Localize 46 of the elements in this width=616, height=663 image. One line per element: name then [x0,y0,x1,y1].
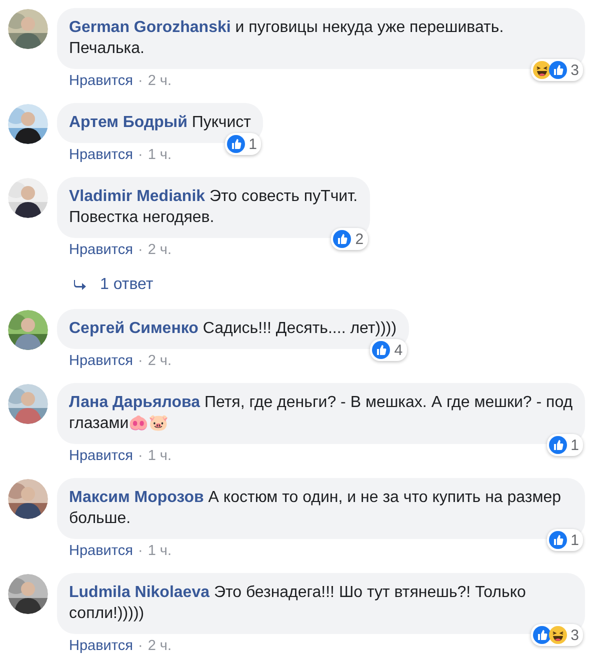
author-link[interactable]: Максим Морозов [69,489,204,506]
reactions-badge[interactable]: 1 [546,529,583,551]
thumbs-up-icon [372,341,390,359]
separator-dot: · [138,638,143,654]
like-link[interactable]: Нравится [69,638,133,654]
comment-text: Vladimir Medianik Это совесть пуТчит. Повестка негодяев. [69,188,358,226]
reactions-badge[interactable]: 1 [224,133,261,155]
author-link[interactable]: Vladimir Medianik [69,188,206,205]
comment-text: Лана Дарьялова Петя, где деньги? - В мешках. А где мешки? - под глазами🐽🐷 [69,394,573,432]
reactions-badge[interactable]: 3 [530,624,583,646]
author-link[interactable]: Артем Бодрый [69,114,188,131]
like-link[interactable]: Нравится [69,147,133,163]
reactions-badge[interactable]: 3 [530,59,583,81]
reply-arrow-icon [74,280,86,290]
laughing-face-icon [532,61,551,79]
like-link[interactable]: Нравится [69,448,133,464]
comment-text: Максим Морозов А костюм то один, и не за что купить на размер больше. [69,489,562,527]
thumbs-up-icon [226,135,245,153]
thumbs-up-icon [532,626,551,644]
replies-link[interactable]: 1 ответ [100,275,154,295]
separator-dot: · [138,353,143,369]
separator-dot: · [138,543,143,559]
like-link[interactable]: Нравится [69,73,133,89]
comment-text: German Gorozhanski и пуговицы некуда уже перешивать. Печалька. [69,19,504,57]
author-link[interactable]: Лана Дарьялова [69,394,200,411]
laughing-face-icon [548,626,567,644]
reactions-badge[interactable]: 4 [370,339,407,361]
like-link[interactable]: Нравится [69,543,133,559]
comment-text: Артем Бодрый Пукчист [69,114,251,131]
comment-text: Ludmila Nikolaeva Это безнадега!!! Шо тут втянешь?! Только сопли!))))) [69,584,526,622]
like-link[interactable]: Нравится [69,353,133,369]
reactions-badge[interactable]: 2 [331,228,368,250]
author-link[interactable]: Сергей Сименко [69,320,198,337]
comment-text: Сергей Сименко Садись!!! Десять.... лет)))) [69,320,397,337]
separator-dot: · [138,73,143,89]
author-link[interactable]: Ludmila Nikolaeva [69,584,210,601]
thumbs-up-icon [548,436,567,454]
thumbs-up-icon [548,61,567,79]
like-link[interactable]: Нравится [69,242,133,258]
author-link[interactable]: German Gorozhanski [69,19,231,36]
separator-dot: · [138,448,143,464]
separator-dot: · [138,242,143,258]
reactions-badge[interactable]: 1 [546,434,583,456]
thumbs-up-icon [548,531,567,549]
separator-dot: · [138,147,143,163]
thumbs-up-icon [333,230,352,248]
